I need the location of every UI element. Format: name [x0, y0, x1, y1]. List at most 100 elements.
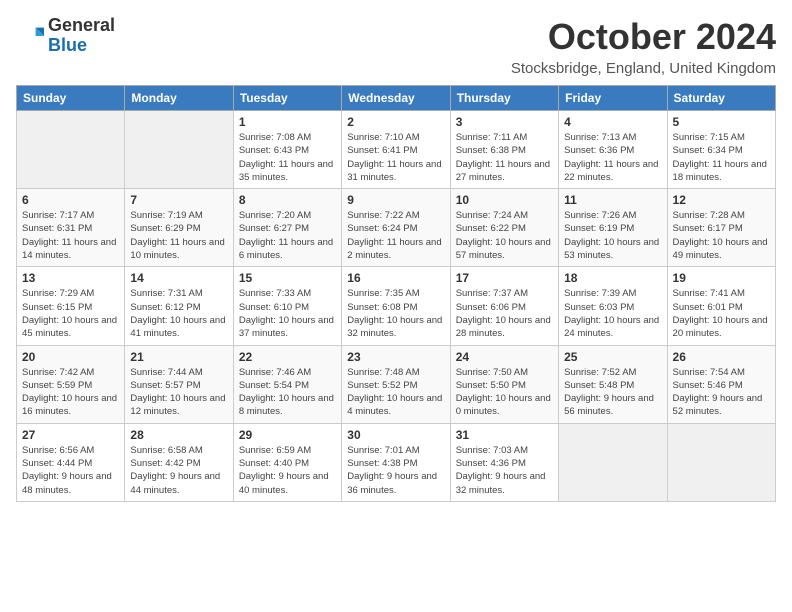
day-number: 13	[22, 271, 119, 285]
calendar-cell: 5 Sunrise: 7:15 AM Sunset: 6:34 PM Daylig…	[667, 111, 775, 189]
day-number: 7	[130, 193, 227, 207]
day-number: 24	[456, 350, 553, 364]
day-of-week-header: Sunday	[17, 86, 125, 111]
day-info: Sunrise: 7:33 AM Sunset: 6:10 PM Dayligh…	[239, 287, 336, 340]
calendar-cell: 9Sunrise: 7:22 AM Sunset: 6:24 PM Daylig…	[342, 189, 450, 267]
location-subtitle: Stocksbridge, England, United Kingdom	[511, 60, 776, 77]
calendar-cell: 21 Sunrise: 7:44 AM Sunset: 5:57 PM Dayli…	[125, 345, 233, 423]
calendar-cell	[559, 423, 667, 501]
calendar-cell: 29 Sunrise: 6:59 AM Sunset: 4:40 PM Dayli…	[233, 423, 341, 501]
calendar-cell: 17 Sunrise: 7:37 AM Sunset: 6:06 PM Dayli…	[450, 267, 558, 345]
day-info: Sunrise: 7:31 AM Sunset: 6:12 PM Dayligh…	[130, 287, 227, 340]
calendar-cell: 1Sunrise: 7:08 AM Sunset: 6:43 PM Daylig…	[233, 111, 341, 189]
day-info: Sunrise: 7:50 AM Sunset: 5:50 PM Dayligh…	[456, 366, 553, 419]
day-number: 12	[673, 193, 770, 207]
calendar-cell: 2 Sunrise: 7:10 AM Sunset: 6:41 PM Daylig…	[342, 111, 450, 189]
day-number: 20	[22, 350, 119, 364]
title-block: October 2024 Stocksbridge, England, Unit…	[511, 16, 776, 77]
day-number: 26	[673, 350, 770, 364]
month-title: October 2024	[511, 16, 776, 58]
day-number: 17	[456, 271, 553, 285]
day-number: 31	[456, 428, 553, 442]
calendar-cell: 7Sunrise: 7:19 AM Sunset: 6:29 PM Daylig…	[125, 189, 233, 267]
day-number: 27	[22, 428, 119, 442]
day-info: Sunrise: 7:13 AM Sunset: 6:36 PM Dayligh…	[564, 131, 661, 184]
day-info: Sunrise: 7:54 AM Sunset: 5:46 PM Dayligh…	[673, 366, 770, 419]
day-info: Sunrise: 7:35 AM Sunset: 6:08 PM Dayligh…	[347, 287, 444, 340]
calendar-week-row: 1Sunrise: 7:08 AM Sunset: 6:43 PM Daylig…	[17, 111, 776, 189]
calendar-cell: 14 Sunrise: 7:31 AM Sunset: 6:12 PM Dayli…	[125, 267, 233, 345]
day-number: 29	[239, 428, 336, 442]
day-info: Sunrise: 7:52 AM Sunset: 5:48 PM Dayligh…	[564, 366, 661, 419]
calendar-cell: 24 Sunrise: 7:50 AM Sunset: 5:50 PM Dayli…	[450, 345, 558, 423]
day-of-week-header: Friday	[559, 86, 667, 111]
calendar-cell: 12 Sunrise: 7:28 AM Sunset: 6:17 PM Dayli…	[667, 189, 775, 267]
day-info: Sunrise: 7:39 AM Sunset: 6:03 PM Dayligh…	[564, 287, 661, 340]
day-info: Sunrise: 6:58 AM Sunset: 4:42 PM Dayligh…	[130, 444, 227, 497]
day-number: 21	[130, 350, 227, 364]
calendar-cell: 3 Sunrise: 7:11 AM Sunset: 6:38 PM Daylig…	[450, 111, 558, 189]
day-of-week-header: Saturday	[667, 86, 775, 111]
day-number: 11	[564, 193, 661, 207]
day-info: Sunrise: 7:24 AM Sunset: 6:22 PM Dayligh…	[456, 209, 553, 262]
day-number: 14	[130, 271, 227, 285]
calendar-header-row: SundayMondayTuesdayWednesdayThursdayFrid…	[17, 86, 776, 111]
calendar-cell: 31 Sunrise: 7:03 AM Sunset: 4:36 PM Dayli…	[450, 423, 558, 501]
day-info: Sunrise: 7:11 AM Sunset: 6:38 PM Dayligh…	[456, 131, 553, 184]
day-number: 18	[564, 271, 661, 285]
day-number: 8	[239, 193, 336, 207]
day-info: Sunrise: 7:29 AM Sunset: 6:15 PM Dayligh…	[22, 287, 119, 340]
day-info: Sunrise: 7:08 AM Sunset: 6:43 PM Dayligh…	[239, 131, 336, 184]
day-info: Sunrise: 7:44 AM Sunset: 5:57 PM Dayligh…	[130, 366, 227, 419]
day-info: Sunrise: 7:46 AM Sunset: 5:54 PM Dayligh…	[239, 366, 336, 419]
day-number: 15	[239, 271, 336, 285]
page-header: General Blue October 2024 Stocksbridge, …	[16, 16, 776, 77]
day-info: Sunrise: 7:28 AM Sunset: 6:17 PM Dayligh…	[673, 209, 770, 262]
logo: General Blue	[16, 16, 115, 56]
day-number: 10	[456, 193, 553, 207]
day-number: 22	[239, 350, 336, 364]
day-number: 30	[347, 428, 444, 442]
calendar-cell: 19 Sunrise: 7:41 AM Sunset: 6:01 PM Dayli…	[667, 267, 775, 345]
calendar-week-row: 20 Sunrise: 7:42 AM Sunset: 5:59 PM Dayli…	[17, 345, 776, 423]
day-info: Sunrise: 7:41 AM Sunset: 6:01 PM Dayligh…	[673, 287, 770, 340]
calendar-cell: 18 Sunrise: 7:39 AM Sunset: 6:03 PM Dayli…	[559, 267, 667, 345]
day-number: 5	[673, 115, 770, 129]
calendar-cell: 20 Sunrise: 7:42 AM Sunset: 5:59 PM Dayli…	[17, 345, 125, 423]
logo-general-text: General	[48, 15, 115, 35]
logo-blue-text: Blue	[48, 35, 87, 55]
day-number: 3	[456, 115, 553, 129]
calendar-cell: 22 Sunrise: 7:46 AM Sunset: 5:54 PM Dayli…	[233, 345, 341, 423]
day-info: Sunrise: 7:03 AM Sunset: 4:36 PM Dayligh…	[456, 444, 553, 497]
calendar-cell: 11 Sunrise: 7:26 AM Sunset: 6:19 PM Dayli…	[559, 189, 667, 267]
day-info: Sunrise: 7:42 AM Sunset: 5:59 PM Dayligh…	[22, 366, 119, 419]
calendar-week-row: 27Sunrise: 6:56 AM Sunset: 4:44 PM Dayli…	[17, 423, 776, 501]
calendar-cell: 10 Sunrise: 7:24 AM Sunset: 6:22 PM Dayli…	[450, 189, 558, 267]
day-number: 2	[347, 115, 444, 129]
calendar-cell: 4Sunrise: 7:13 AM Sunset: 6:36 PM Daylig…	[559, 111, 667, 189]
calendar-body: 1Sunrise: 7:08 AM Sunset: 6:43 PM Daylig…	[17, 111, 776, 502]
day-of-week-header: Monday	[125, 86, 233, 111]
calendar-cell: 16Sunrise: 7:35 AM Sunset: 6:08 PM Dayli…	[342, 267, 450, 345]
day-number: 28	[130, 428, 227, 442]
day-info: Sunrise: 7:17 AM Sunset: 6:31 PM Dayligh…	[22, 209, 119, 262]
day-info: Sunrise: 6:59 AM Sunset: 4:40 PM Dayligh…	[239, 444, 336, 497]
calendar-cell: 23Sunrise: 7:48 AM Sunset: 5:52 PM Dayli…	[342, 345, 450, 423]
day-info: Sunrise: 7:10 AM Sunset: 6:41 PM Dayligh…	[347, 131, 444, 184]
day-info: Sunrise: 7:48 AM Sunset: 5:52 PM Dayligh…	[347, 366, 444, 419]
calendar-cell	[17, 111, 125, 189]
day-number: 25	[564, 350, 661, 364]
calendar-week-row: 6 Sunrise: 7:17 AM Sunset: 6:31 PM Daylig…	[17, 189, 776, 267]
day-info: Sunrise: 7:26 AM Sunset: 6:19 PM Dayligh…	[564, 209, 661, 262]
day-of-week-header: Tuesday	[233, 86, 341, 111]
calendar-cell: 13 Sunrise: 7:29 AM Sunset: 6:15 PM Dayli…	[17, 267, 125, 345]
calendar-cell: 28 Sunrise: 6:58 AM Sunset: 4:42 PM Dayli…	[125, 423, 233, 501]
day-info: Sunrise: 7:15 AM Sunset: 6:34 PM Dayligh…	[673, 131, 770, 184]
day-number: 19	[673, 271, 770, 285]
day-number: 6	[22, 193, 119, 207]
calendar-cell: 8Sunrise: 7:20 AM Sunset: 6:27 PM Daylig…	[233, 189, 341, 267]
logo-icon	[16, 22, 44, 50]
day-of-week-header: Thursday	[450, 86, 558, 111]
day-info: Sunrise: 7:37 AM Sunset: 6:06 PM Dayligh…	[456, 287, 553, 340]
calendar-table: SundayMondayTuesdayWednesdayThursdayFrid…	[16, 85, 776, 502]
